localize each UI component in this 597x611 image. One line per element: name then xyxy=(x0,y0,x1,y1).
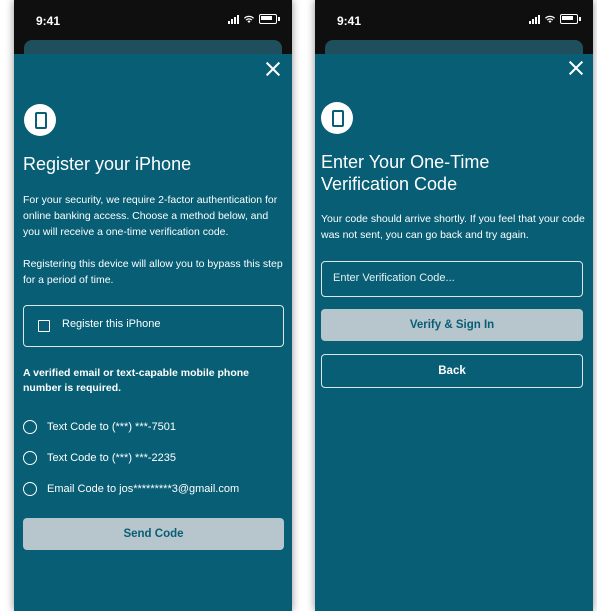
option-label: Text Code to (***) ***-7501 xyxy=(47,421,177,433)
verify-sign-in-button[interactable]: Verify & Sign In xyxy=(321,309,583,341)
register-sheet: Register your iPhone For your security, … xyxy=(14,54,292,611)
page-title: Enter Your One-Time Verification Code xyxy=(321,152,490,194)
status-icons xyxy=(529,14,581,24)
signal-icon xyxy=(228,14,239,24)
battery-cap xyxy=(278,17,280,21)
radio-button[interactable] xyxy=(23,482,37,496)
status-time: 9:41 xyxy=(337,14,362,28)
back-button[interactable]: Back xyxy=(321,354,583,388)
send-code-button[interactable]: Send Code xyxy=(23,518,284,550)
requirement-text: A verified email or text-capable mobile … xyxy=(23,367,250,394)
close-icon[interactable] xyxy=(264,60,282,78)
checkbox[interactable] xyxy=(38,320,50,332)
verification-instructions: Your code should arrive shortly. If you … xyxy=(321,213,585,241)
battery-icon xyxy=(560,14,578,24)
underlying-sheet xyxy=(325,40,583,54)
phone-verify: 9:41 Enter Your One-Time Verification Co… xyxy=(315,0,593,611)
wifi-icon xyxy=(244,15,254,23)
phone-device-icon xyxy=(321,102,353,134)
battery-cap xyxy=(579,17,581,21)
option-text-2235[interactable]: Text Code to (***) ***-2235 xyxy=(23,449,284,467)
status-icons xyxy=(228,14,280,24)
option-email[interactable]: Email Code to jos*********3@gmail.com xyxy=(23,480,284,498)
register-device-checkbox-card[interactable]: Register this iPhone xyxy=(23,305,284,347)
verification-code-field[interactable] xyxy=(321,261,583,297)
close-icon[interactable] xyxy=(567,59,585,77)
underlying-sheet xyxy=(24,40,282,54)
radio-button[interactable] xyxy=(23,420,37,434)
option-label: Text Code to (***) ***-2235 xyxy=(47,452,177,464)
checkbox-label: Register this iPhone xyxy=(62,318,161,330)
page-title: Register your iPhone xyxy=(23,154,192,174)
signal-icon xyxy=(529,14,540,24)
status-time: 9:41 xyxy=(36,14,61,28)
verify-sheet: Enter Your One-Time Verification Code Yo… xyxy=(315,54,593,611)
option-text-7501[interactable]: Text Code to (***) ***-7501 xyxy=(23,418,284,436)
wifi-icon xyxy=(545,15,555,23)
verification-code-input[interactable] xyxy=(331,271,565,285)
phone-register: 9:41 Register your iPhone For your secur… xyxy=(14,0,292,611)
option-label: Email Code to jos*********3@gmail.com xyxy=(47,483,240,495)
radio-button[interactable] xyxy=(23,451,37,465)
battery-icon xyxy=(259,14,277,24)
security-explanation: For your security, we require 2-factor a… xyxy=(23,194,278,238)
device-registration-note: Registering this device will allow you t… xyxy=(23,258,283,286)
phone-device-icon xyxy=(24,104,56,136)
